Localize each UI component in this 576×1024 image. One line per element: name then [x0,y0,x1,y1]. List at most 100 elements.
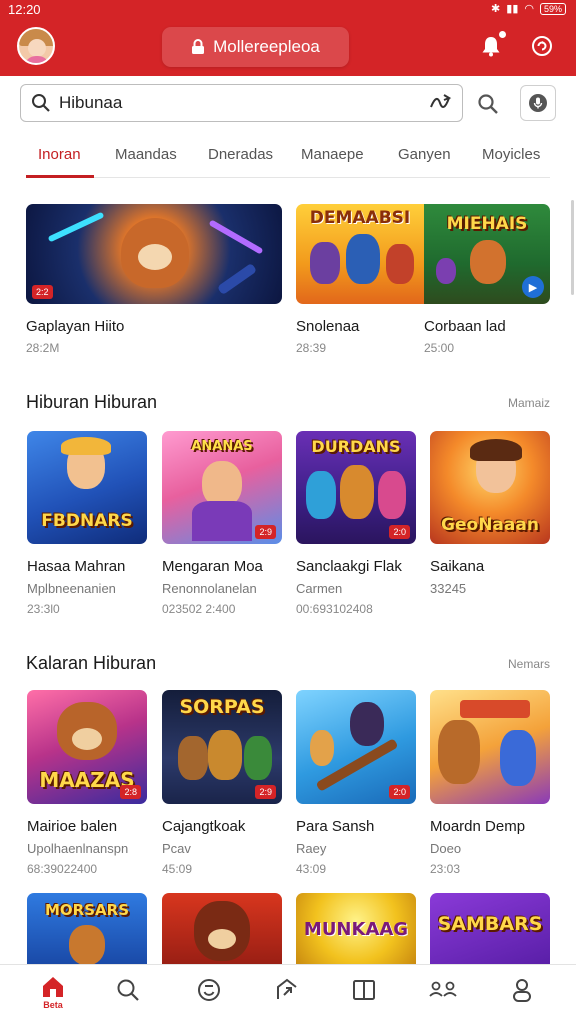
card-meta: 28:39 [296,341,327,355]
content-card[interactable]: FBDNARS Hasaa Mahran Mplbneenanien 23:3l… [27,431,147,616]
banner-text: SORPAS [179,696,265,718]
card-title: Para Sansh [296,818,375,835]
duration-badge: 2:0 [389,525,410,539]
card-title: Saikana [430,558,485,575]
card-thumbnail [162,893,282,964]
banner-text: SAMBARS [437,913,543,935]
featured-card[interactable]: DEMAABSI Snolenaa 28:39 [296,204,424,355]
book-icon [353,980,375,1000]
featured-card[interactable]: 2:2 Gaplayan Hiito 28:2M [26,204,282,355]
tab-manaepe[interactable]: Manaepe [301,146,364,163]
card-title: Moardn Demp [430,818,526,835]
card-thumbnail: MORSARS [27,893,147,964]
scrollbar[interactable] [571,200,574,295]
card-meta: 68:39022400 [27,862,98,876]
play-icon: ▶ [522,276,544,298]
nav-explore[interactable] [189,977,229,1003]
duration-badge: 2:9 [255,785,276,799]
banner-text: MIEHAIS [446,214,528,234]
search-icon [32,94,50,112]
card-subtitle: Doeo [430,841,462,856]
status-time: 12:20 [8,2,41,17]
signal-icon: ▮▮ [506,3,519,15]
tab-ganyen[interactable]: Ganyen [398,146,451,163]
card-title: Gaplayan Hiito [26,318,125,335]
content-card[interactable]: MUNKAAG [296,893,416,964]
featured-thumbnail: 2:2 [26,204,282,304]
content-card[interactable]: SAMBARS [430,893,550,964]
nav-search[interactable] [108,977,148,1003]
nav-community[interactable] [423,977,463,1003]
banner-text: ANANAS [191,439,253,454]
card-thumbnail: MUNKAAG [296,893,416,964]
content-card[interactable] [162,893,282,964]
card-title: Mengaran Moa [162,558,263,575]
home-icon [43,977,63,997]
content-card[interactable]: GeoNaaan Saikana 33245 [430,431,550,602]
tab-dneradas[interactable]: Dneradas [208,146,273,163]
card-title: Mairioe balen [27,818,118,835]
nav-profile[interactable] [502,977,542,1003]
see-more-link[interactable]: Nemars [508,657,550,671]
app-title-pill[interactable]: Mollereepleoa [162,27,349,67]
app-title: Mollereepleoa [213,37,320,56]
settings-button[interactable] [529,33,555,59]
card-thumbnail [430,690,550,804]
featured-thumbnail: DEMAABSI [296,204,424,304]
tab-inoran[interactable]: Inoran [38,146,81,163]
duration-badge: 2:9 [255,525,276,539]
content-card[interactable]: SORPAS 2:9 Cajangtkoak Pcav 45:09 [162,690,282,876]
card-subtitle: Carmen [296,581,343,596]
card-meta: 023502 2:400 [162,602,236,616]
active-tab-indicator [26,175,94,178]
people-icon [429,981,457,997]
card-thumbnail: DURDANS 2:0 [296,431,416,544]
featured-thumbnail: MIEHAIS ▶ [424,204,550,304]
search-input[interactable] [59,93,428,113]
avatar[interactable] [17,27,55,65]
smile-badge-icon [198,979,220,1001]
nav-share[interactable] [267,977,307,1003]
content-card[interactable]: DURDANS 2:0 Sanclaakgi Flak Carmen 00:69… [296,431,416,616]
bell-icon [482,37,500,57]
search-scan-icon [478,94,498,114]
card-subtitle: 33245 [430,581,467,596]
content-card[interactable]: ANANAS 2:9 Mengaran Moa Renonnolanelan 0… [162,431,282,616]
battery-icon: 59% [539,2,566,15]
card-meta: 28:2M [26,341,60,355]
duration-badge: 2:2 [32,285,53,299]
bluetooth-icon: ✱ [491,3,501,15]
tab-maandas[interactable]: Maandas [115,146,177,163]
card-title: Corbaan lad [424,318,506,335]
card-meta: 45:09 [162,862,193,876]
content-card[interactable]: MAAZAS 2:8 Mairioe balen Upolhaenlnanspn… [27,690,147,876]
card-meta: 23:03 [430,862,461,876]
card-subtitle: Renonnolanelan [162,581,257,596]
notification-dot [499,31,506,38]
content-card[interactable]: MORSARS [27,893,147,964]
card-thumbnail: 2:0 [296,690,416,804]
notifications-button[interactable] [478,31,506,59]
card-meta: 23:3l0 [27,602,60,616]
banner-text: DURDANS [311,437,401,456]
share-arrow-icon [277,978,297,999]
voice-wave-icon[interactable] [428,92,452,114]
scan-button[interactable] [474,90,502,118]
content-card[interactable]: 2:0 Para Sansh Raey 43:09 [296,690,416,876]
card-meta: 25:00 [424,341,455,355]
search-bar[interactable] [20,84,463,122]
nav-home-label: Beta [43,1000,63,1010]
voice-search-button[interactable] [520,85,556,121]
tab-moyicles[interactable]: Moyicles [482,146,540,163]
nav-home[interactable]: Beta [33,975,73,1010]
featured-card[interactable]: MIEHAIS ▶ Corbaan lad 25:00 [424,204,550,355]
see-more-link[interactable]: Mamaiz [508,396,550,410]
card-thumbnail: FBDNARS [27,431,147,544]
card-thumbnail: SORPAS 2:9 [162,690,282,804]
search-icon [117,979,139,1001]
card-subtitle: Upolhaenlnanspn [27,841,129,856]
content-card[interactable]: Moardn Demp Doeo 23:03 [430,690,550,876]
banner-text: GeoNaaan [441,515,539,535]
nav-library[interactable] [344,977,384,1003]
card-meta: 43:09 [296,862,327,876]
